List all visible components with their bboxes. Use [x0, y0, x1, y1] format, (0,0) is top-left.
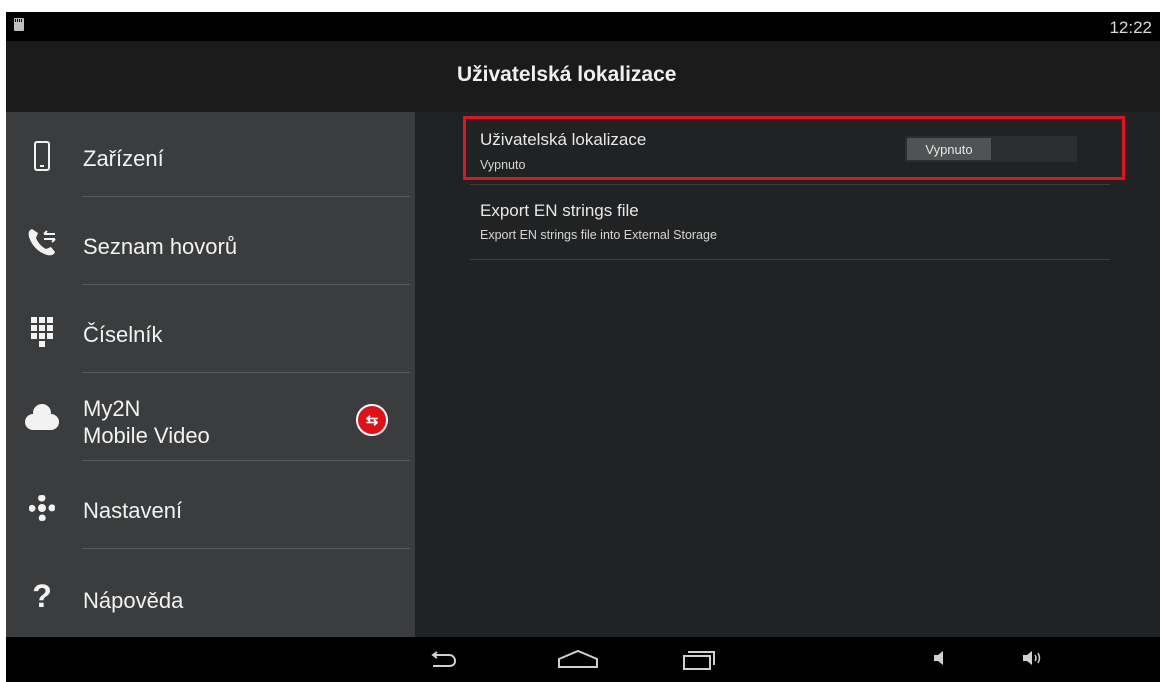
sidebar-item-label: Zařízení: [83, 146, 164, 171]
screen: 12:22 Uživatelská lokalizace Zařízení Se…: [0, 0, 1160, 682]
cloud-icon: [22, 398, 62, 438]
status-bar: 12:22: [6, 12, 1160, 41]
sidebar-item-my2n[interactable]: My2N Mobile Video: [6, 376, 415, 464]
divider: [82, 284, 410, 285]
sidebar-item-dialpad[interactable]: Číselník: [6, 288, 415, 376]
sidebar-item-call-log[interactable]: Seznam hovorů: [6, 200, 415, 288]
back-icon[interactable]: [427, 651, 457, 669]
sidebar-item-label-line2: Mobile Video: [83, 423, 210, 448]
volume-up-icon[interactable]: [1022, 649, 1044, 667]
settings-content: Uživatelská lokalizace Vypnuto Vypnuto E…: [415, 112, 1160, 637]
divider: [82, 372, 410, 373]
sidebar-item-label: Seznam hovorů: [83, 234, 238, 259]
sidebar-item-label: Nápověda: [83, 588, 184, 613]
sync-disconnected-icon: ⇆: [356, 404, 388, 436]
sidebar: Zařízení Seznam hovorů Číselník My2N Mob…: [6, 112, 415, 637]
dialpad-icon: [22, 312, 62, 352]
help-icon: ?: [32, 577, 52, 614]
sidebar-item-label-line1: My2N: [83, 396, 141, 421]
sidebar-item-label: Číselník: [83, 322, 163, 347]
recent-apps-icon[interactable]: [682, 649, 716, 671]
clock: 12:22: [1109, 18, 1152, 37]
sd-card-icon: [14, 18, 24, 31]
pref-title: Export EN strings file: [480, 201, 639, 220]
divider: [82, 548, 410, 549]
volume-down-icon[interactable]: [933, 649, 947, 667]
navigation-bar: [6, 637, 1160, 682]
home-icon[interactable]: [556, 649, 600, 669]
page-title: Uživatelská lokalizace: [457, 63, 677, 86]
sidebar-item-settings[interactable]: Nastavení: [6, 464, 415, 552]
divider: [82, 460, 410, 461]
gear-icon: [22, 488, 62, 528]
call-log-icon: [22, 222, 62, 262]
phone-icon: [22, 136, 62, 176]
divider: [82, 196, 410, 197]
divider: [470, 259, 1110, 260]
sidebar-item-device[interactable]: Zařízení: [6, 112, 415, 200]
highlight-box: [463, 116, 1125, 180]
action-bar: Uživatelská lokalizace: [6, 41, 1160, 112]
divider: [470, 184, 1110, 185]
sidebar-item-label: Nastavení: [83, 498, 183, 523]
pref-summary: Export EN strings file into External Sto…: [480, 228, 717, 242]
pref-export-strings[interactable]: Export EN strings file Export EN strings…: [470, 188, 1110, 258]
sidebar-item-help[interactable]: ? Nápověda: [6, 552, 415, 640]
